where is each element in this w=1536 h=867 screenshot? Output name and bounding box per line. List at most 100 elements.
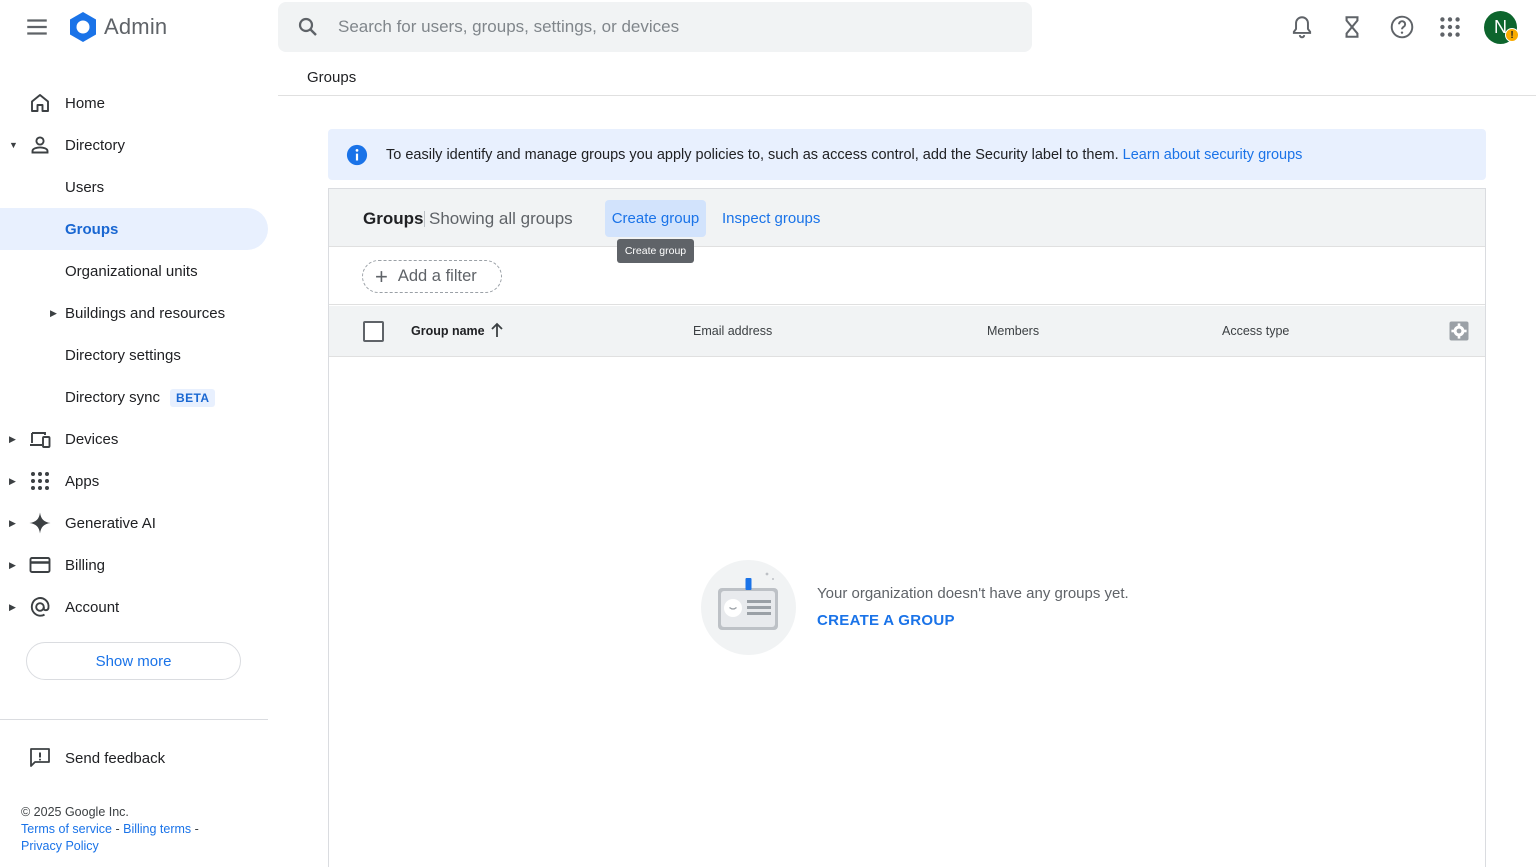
sidebar-item-users[interactable]: Users <box>0 166 268 208</box>
caret-right-icon[interactable]: ▶ <box>9 434 16 445</box>
gear-icon[interactable] <box>1449 321 1469 341</box>
send-feedback-button[interactable]: Send feedback <box>0 738 268 778</box>
banner-text-wrap: To easily identify and manage groups you… <box>386 147 1302 163</box>
person-icon <box>31 136 49 154</box>
apps-grid-icon[interactable] <box>1437 14 1463 40</box>
sidebar-item-label: Users <box>65 178 105 196</box>
at-sign-icon <box>30 597 50 617</box>
sidebar-item-label: Directory sync BETA <box>65 388 216 407</box>
card-title: Groups <box>363 209 424 228</box>
caret-down-icon[interactable]: ▼ <box>9 140 18 150</box>
caret-right-icon[interactable]: ▶ <box>9 560 16 571</box>
privacy-policy-link[interactable]: Privacy Policy <box>21 839 99 853</box>
add-filter-label: Add a filter <box>397 267 477 285</box>
empty-state-message: Your organization doesn't have any group… <box>817 585 1129 602</box>
caret-right-icon[interactable]: ▶ <box>9 518 16 529</box>
sidebar-item-organizational-units[interactable]: Organizational units <box>0 250 268 292</box>
table-header: Group name Email address Members Access … <box>329 306 1485 357</box>
sidebar-divider <box>0 719 268 720</box>
sidebar-item-directory[interactable]: ▼ Directory <box>0 124 268 166</box>
title-divider <box>424 211 425 227</box>
info-banner: To easily identify and manage groups you… <box>328 129 1486 180</box>
id-card-icon <box>718 572 778 630</box>
select-all-checkbox[interactable] <box>363 321 384 342</box>
create-group-button[interactable]: Create group <box>605 200 706 237</box>
help-icon[interactable] <box>1389 14 1415 40</box>
directory-sync-label: Directory sync <box>65 388 161 406</box>
sidebar-item-devices[interactable]: ▶ Devices <box>0 418 268 460</box>
sidebar-item-label: Groups <box>65 220 119 238</box>
search-icon[interactable] <box>296 15 320 39</box>
sidebar-item-label: Directory <box>65 136 126 154</box>
menu-icon[interactable] <box>24 14 50 40</box>
billing-terms-link[interactable]: Billing terms <box>123 822 191 836</box>
breadcrumb: Groups <box>278 56 1536 96</box>
search-bar <box>278 2 1032 52</box>
caret-right-icon[interactable]: ▶ <box>9 602 16 613</box>
devices-icon <box>30 432 51 448</box>
home-icon <box>31 94 49 112</box>
sidebar-item-label: Generative AI <box>65 514 156 532</box>
copyright: © 2025 Google Inc. <box>21 805 129 819</box>
sidebar-item-label: Billing <box>65 556 106 574</box>
sort-ascending-icon[interactable] <box>489 321 505 339</box>
sidebar: Home ▼ Directory Users Groups Organizati… <box>0 82 268 628</box>
caret-right-icon[interactable]: ▶ <box>50 308 57 319</box>
sparkle-icon <box>29 512 51 534</box>
sidebar-item-buildings-and-resources[interactable]: ▶ Buildings and resources <box>0 292 268 334</box>
sidebar-item-generative-ai[interactable]: ▶ Generative AI <box>0 502 268 544</box>
credit-card-icon <box>29 557 51 573</box>
sidebar-item-label: Buildings and resources <box>65 304 226 322</box>
create-a-group-link[interactable]: CREATE A GROUP <box>817 612 955 629</box>
warning-badge: ! <box>1505 28 1519 42</box>
footer: © 2025 Google Inc. Terms of service - Bi… <box>21 804 199 855</box>
empty-state: Your organization doesn't have any group… <box>701 560 1201 660</box>
banner-text: To easily identify and manage groups you… <box>386 146 1119 163</box>
breadcrumb-current: Groups <box>307 69 357 86</box>
learn-security-groups-link[interactable]: Learn about security groups <box>1123 147 1303 163</box>
sidebar-item-directory-settings[interactable]: Directory settings <box>0 334 268 376</box>
sidebar-item-label: Organizational units <box>65 262 198 280</box>
feedback-icon <box>30 748 50 767</box>
sidebar-item-apps[interactable]: ▶ Apps <box>0 460 268 502</box>
admin-logo-icon <box>70 12 96 42</box>
sidebar-item-home[interactable]: Home <box>0 82 268 124</box>
sidebar-item-label: Apps <box>65 472 100 490</box>
beta-badge: BETA <box>170 388 216 407</box>
caret-right-icon[interactable]: ▶ <box>9 476 16 487</box>
sidebar-item-directory-sync[interactable]: Directory sync BETA <box>0 376 268 418</box>
sidebar-item-label: Directory settings <box>65 346 181 364</box>
sidebar-item-label: Account <box>65 598 120 616</box>
column-header-access-type[interactable]: Access type <box>1222 324 1289 338</box>
info-icon <box>346 144 368 165</box>
groups-card: Groups Showing all groups Create group I… <box>328 188 1486 867</box>
footer-separator: - <box>112 822 124 836</box>
filter-row: + Add a filter <box>329 247 1485 305</box>
admin-logo[interactable]: Admin <box>66 10 167 44</box>
hourglass-icon[interactable] <box>1339 14 1365 40</box>
sidebar-item-groups[interactable]: Groups <box>0 208 268 250</box>
sidebar-item-billing[interactable]: ▶ Billing <box>0 544 268 586</box>
send-feedback-label: Send feedback <box>65 749 166 767</box>
top-app-bar: Admin N ! <box>0 0 1536 56</box>
column-header-email-address[interactable]: Email address <box>693 324 772 338</box>
footer-separator: - <box>191 822 199 836</box>
bell-icon[interactable] <box>1289 14 1315 40</box>
plus-icon: + <box>375 263 388 289</box>
search-input[interactable] <box>338 17 978 37</box>
sidebar-item-account[interactable]: ▶ Account <box>0 586 268 628</box>
terms-of-service-link[interactable]: Terms of service <box>21 822 112 836</box>
sidebar-item-label: Home <box>65 94 106 112</box>
app-title: Admin <box>104 14 168 39</box>
add-filter-button[interactable]: + Add a filter <box>362 260 502 293</box>
card-subtitle: Showing all groups <box>429 209 573 228</box>
apps-icon <box>31 472 49 490</box>
create-group-tooltip: Create group <box>617 239 694 263</box>
column-header-members[interactable]: Members <box>987 324 1039 338</box>
sidebar-item-label: Devices <box>65 430 119 448</box>
id-card-illustration <box>701 560 796 655</box>
column-header-group-name[interactable]: Group name <box>411 324 485 338</box>
inspect-groups-button[interactable]: Inspect groups <box>722 200 820 237</box>
card-header: Groups Showing all groups Create group I… <box>329 189 1485 247</box>
show-more-button[interactable]: Show more <box>26 642 241 680</box>
